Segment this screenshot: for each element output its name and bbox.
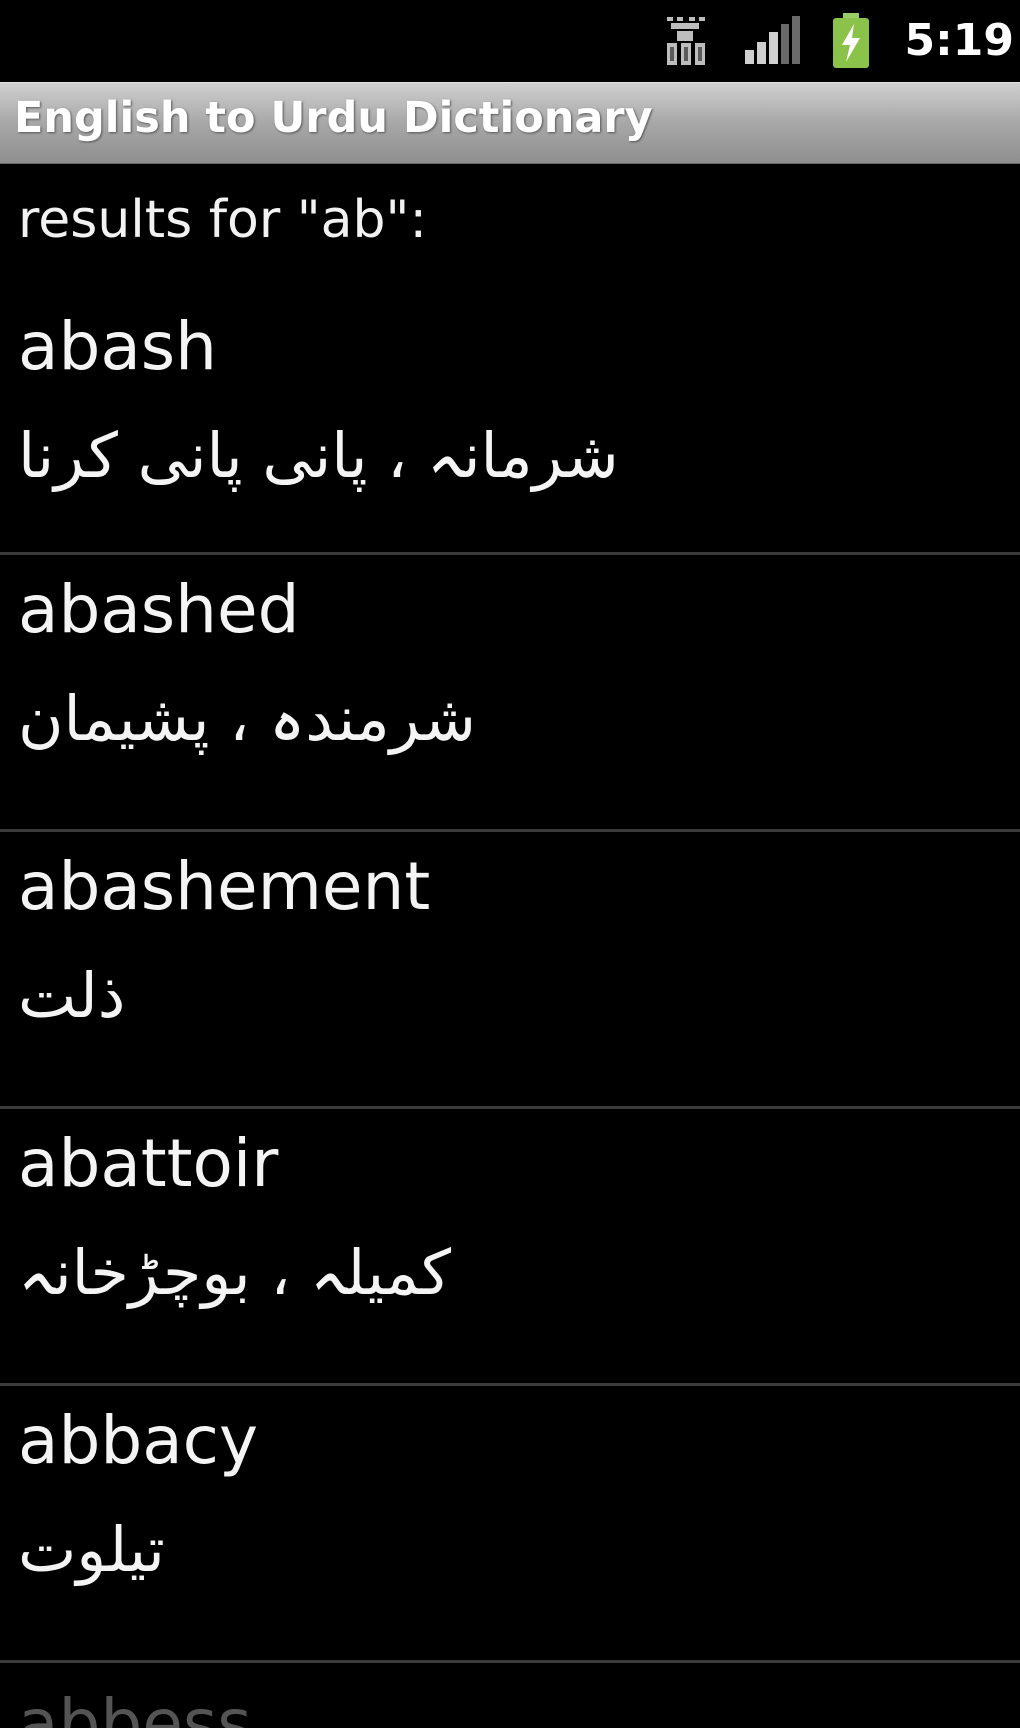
usb-debug-icon: [666, 17, 705, 65]
meaning-label: شرمندہ ، پشیمان: [18, 682, 476, 755]
screen: 5:19 English to Urdu Dictionary results …: [0, 0, 1020, 1728]
word-label: abattoir: [18, 1125, 279, 1202]
list-item[interactable]: abattoir کمیلہ ، بوچڑخانہ: [0, 1109, 1020, 1386]
list-item[interactable]: abash شرمانہ ، پانی پانی کرنا: [0, 290, 1020, 555]
list-item[interactable]: abbacy تیلوت: [0, 1386, 1020, 1663]
meaning-label: کمیلہ ، بوچڑخانہ: [18, 1236, 451, 1309]
word-label: abashed: [18, 571, 300, 648]
list-item[interactable]: abashed شرمندہ ، پشیمان: [0, 555, 1020, 832]
meaning-label: ذلت: [18, 959, 126, 1032]
word-label: abbess: [18, 1685, 252, 1728]
list-item[interactable]: abbess: [0, 1663, 1020, 1728]
results-header: results for "ab":: [18, 190, 427, 250]
clock: 5:19: [904, 15, 1014, 66]
meaning-label: شرمانہ ، پانی پانی کرنا: [18, 419, 619, 492]
app-title-bar: English to Urdu Dictionary: [0, 82, 1020, 164]
app-title: English to Urdu Dictionary: [14, 93, 653, 143]
list-item[interactable]: abashement ذلت: [0, 832, 1020, 1109]
battery-charging-icon: [832, 13, 869, 68]
status-bar: 5:19: [0, 0, 1020, 82]
word-label: abash: [18, 308, 217, 385]
status-icons: 5:19: [661, 8, 1014, 74]
word-label: abashement: [18, 848, 431, 925]
meaning-label: تیلوت: [18, 1513, 165, 1586]
word-label: abbacy: [18, 1402, 259, 1479]
results-list[interactable]: abash شرمانہ ، پانی پانی کرنا abashed شر…: [0, 290, 1020, 1728]
signal-strength-icon: [744, 16, 800, 64]
